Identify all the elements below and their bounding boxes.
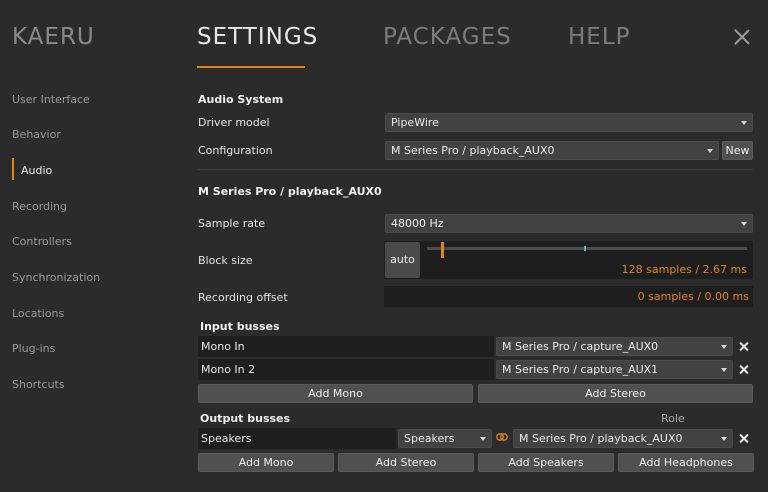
role-column-label: Role xyxy=(661,412,685,425)
add-mono-input-button[interactable]: Add Mono xyxy=(198,384,473,403)
sidebar-item-user-interface[interactable]: User Interface xyxy=(12,93,90,106)
output-bus-role-value: Speakers xyxy=(404,432,455,445)
divider xyxy=(197,169,753,170)
input-bus-port-select[interactable]: M Series Pro / capture_AUX1 xyxy=(496,360,733,379)
recording-offset-field[interactable]: 0 samples / 0.00 ms xyxy=(384,286,753,307)
tab-settings[interactable]: SETTINGS xyxy=(197,24,318,50)
chevron-down-icon xyxy=(707,149,713,153)
auto-block-size-button[interactable]: auto xyxy=(385,242,420,278)
sidebar-item-behavior[interactable]: Behavior xyxy=(12,128,61,141)
add-mono-output-button[interactable]: Add Mono xyxy=(198,453,334,472)
block-size-label: Block size xyxy=(198,254,253,267)
add-speakers-output-button[interactable]: Add Speakers xyxy=(478,453,614,472)
recording-offset-label: Recording offset xyxy=(198,291,288,304)
slider-default-marker xyxy=(584,246,586,251)
sidebar-item-audio[interactable]: Audio xyxy=(21,164,52,177)
output-bus-role-select[interactable]: Speakers xyxy=(398,429,492,448)
top-bar: KAERU SETTINGS PACKAGES HELP xyxy=(0,0,768,70)
remove-input-bus-icon[interactable] xyxy=(738,364,750,376)
remove-input-bus-icon[interactable] xyxy=(738,341,750,353)
add-stereo-output-button[interactable]: Add Stereo xyxy=(338,453,474,472)
sidebar-item-synchronization[interactable]: Synchronization xyxy=(12,271,100,284)
app-brand: KAERU xyxy=(12,24,95,50)
driver-model-select[interactable]: PipeWire xyxy=(385,113,753,132)
output-bus-port-value: M Series Pro / playback_AUX0 xyxy=(519,432,683,445)
input-bus-name-field[interactable]: Mono In xyxy=(198,336,494,357)
output-busses-heading: Output busses xyxy=(200,412,291,425)
sidebar-item-recording[interactable]: Recording xyxy=(12,200,67,213)
sidebar-active-marker xyxy=(12,158,14,180)
block-size-slider-handle[interactable] xyxy=(441,242,444,258)
tab-packages[interactable]: PACKAGES xyxy=(383,24,512,50)
sample-rate-value: 48000 Hz xyxy=(391,217,444,230)
configuration-label: Configuration xyxy=(198,144,273,157)
driver-model-label: Driver model xyxy=(198,116,270,129)
sample-rate-select[interactable]: 48000 Hz xyxy=(385,214,753,233)
tab-help[interactable]: HELP xyxy=(568,24,631,50)
add-stereo-input-button[interactable]: Add Stereo xyxy=(478,384,753,403)
input-busses-heading: Input busses xyxy=(200,320,280,333)
output-bus-port-select[interactable]: M Series Pro / playback_AUX0 xyxy=(513,429,733,448)
active-tab-indicator xyxy=(197,66,305,68)
output-bus-name-field[interactable]: Speakers xyxy=(198,428,396,449)
link-channels-icon[interactable] xyxy=(496,432,508,442)
sample-rate-label: Sample rate xyxy=(198,217,266,230)
block-size-slider[interactable] xyxy=(427,247,747,250)
sidebar-item-plug-ins[interactable]: Plug-ins xyxy=(12,342,55,355)
audio-system-heading: Audio System xyxy=(198,93,284,106)
new-configuration-button[interactable]: New xyxy=(722,141,753,160)
chevron-down-icon xyxy=(721,368,727,372)
sidebar-item-shortcuts[interactable]: Shortcuts xyxy=(12,378,65,391)
chevron-down-icon xyxy=(480,437,486,441)
chevron-down-icon xyxy=(721,437,727,441)
chevron-down-icon xyxy=(721,345,727,349)
input-bus-name-field[interactable]: Mono In 2 xyxy=(198,359,494,380)
chevron-down-icon xyxy=(741,222,747,226)
add-headphones-output-button[interactable]: Add Headphones xyxy=(618,453,754,472)
chevron-down-icon xyxy=(741,121,747,125)
close-icon[interactable] xyxy=(732,27,752,47)
driver-model-value: PipeWire xyxy=(391,116,439,129)
sidebar-item-locations[interactable]: Locations xyxy=(12,307,64,320)
input-bus-port-value: M Series Pro / capture_AUX1 xyxy=(502,363,659,376)
input-bus-port-select[interactable]: M Series Pro / capture_AUX0 xyxy=(496,337,733,356)
device-heading: M Series Pro / playback_AUX0 xyxy=(198,185,382,198)
input-bus-port-value: M Series Pro / capture_AUX0 xyxy=(502,340,659,353)
configuration-select[interactable]: M Series Pro / playback_AUX0 xyxy=(385,141,719,160)
configuration-value: M Series Pro / playback_AUX0 xyxy=(391,144,555,157)
block-size-value: 128 samples / 2.67 ms xyxy=(621,263,747,276)
remove-output-bus-icon[interactable] xyxy=(738,433,750,445)
sidebar-item-controllers[interactable]: Controllers xyxy=(12,235,72,248)
